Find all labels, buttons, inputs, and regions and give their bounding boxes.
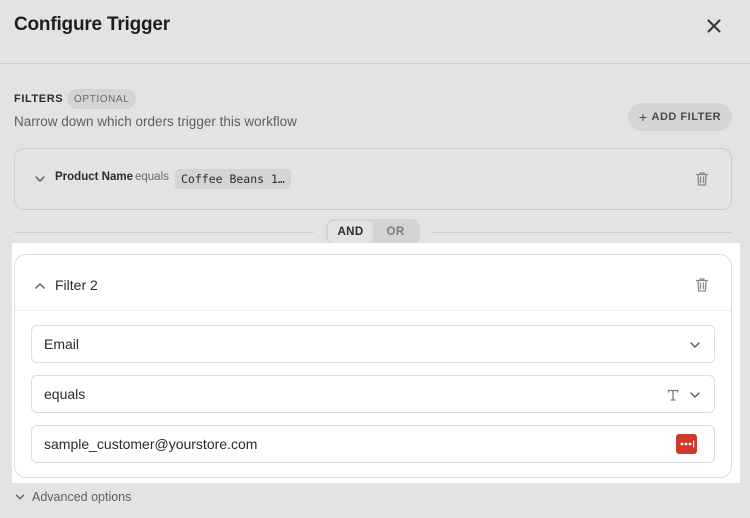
add-filter-button[interactable]: + ADD FILTER	[628, 103, 732, 131]
field-select-value: Email	[44, 336, 80, 352]
dialog-header: Configure Trigger	[0, 0, 750, 64]
password-manager-icon[interactable]	[676, 434, 697, 454]
and-or-toggle[interactable]: AND OR	[326, 219, 420, 245]
dots-icon	[680, 440, 694, 448]
chevron-down-icon	[690, 342, 700, 348]
dialog-title: Configure Trigger	[14, 14, 170, 35]
filter2-highlight-panel: Filter 2 Email equals	[12, 243, 740, 483]
trash-icon[interactable]	[693, 170, 711, 188]
value-field[interactable]	[31, 425, 715, 463]
filter2-header[interactable]: Filter 2	[15, 255, 731, 311]
chevron-down-icon	[15, 494, 25, 500]
filter1-value-chip: Coffee Beans 1…	[175, 169, 291, 189]
operator-select[interactable]: equals	[31, 375, 715, 413]
chevron-down-icon	[690, 392, 700, 398]
filters-description: Narrow down which orders trigger this wo…	[14, 114, 297, 129]
plus-icon: +	[638, 108, 648, 125]
divider-left	[14, 232, 314, 233]
chevron-down-icon[interactable]	[33, 172, 47, 186]
filter2-title: Filter 2	[55, 277, 98, 293]
chevron-up-icon[interactable]	[33, 279, 47, 293]
optional-badge: OPTIONAL	[67, 89, 137, 109]
operator-select-value: equals	[44, 386, 86, 402]
or-option[interactable]: OR	[373, 221, 418, 243]
trash-icon[interactable]	[693, 276, 711, 294]
advanced-options-toggle[interactable]: Advanced options	[14, 490, 131, 504]
text-type-icon	[667, 389, 679, 401]
value-input[interactable]	[44, 436, 664, 452]
filter-card-1[interactable]: Product Name equals Coffee Beans 1…	[14, 148, 732, 210]
and-option[interactable]: AND	[328, 221, 373, 243]
divider-right	[432, 232, 732, 233]
filters-label: FILTERS	[14, 93, 64, 105]
filter-card-2: Filter 2 Email equals	[14, 254, 732, 478]
add-filter-label: ADD FILTER	[651, 111, 722, 123]
close-icon	[707, 19, 721, 33]
field-select[interactable]: Email	[31, 325, 715, 363]
advanced-options-label: Advanced options	[32, 490, 132, 504]
filter1-operator: equals	[135, 171, 169, 183]
close-button[interactable]	[702, 14, 726, 38]
filter1-field: Product Name	[55, 171, 133, 183]
